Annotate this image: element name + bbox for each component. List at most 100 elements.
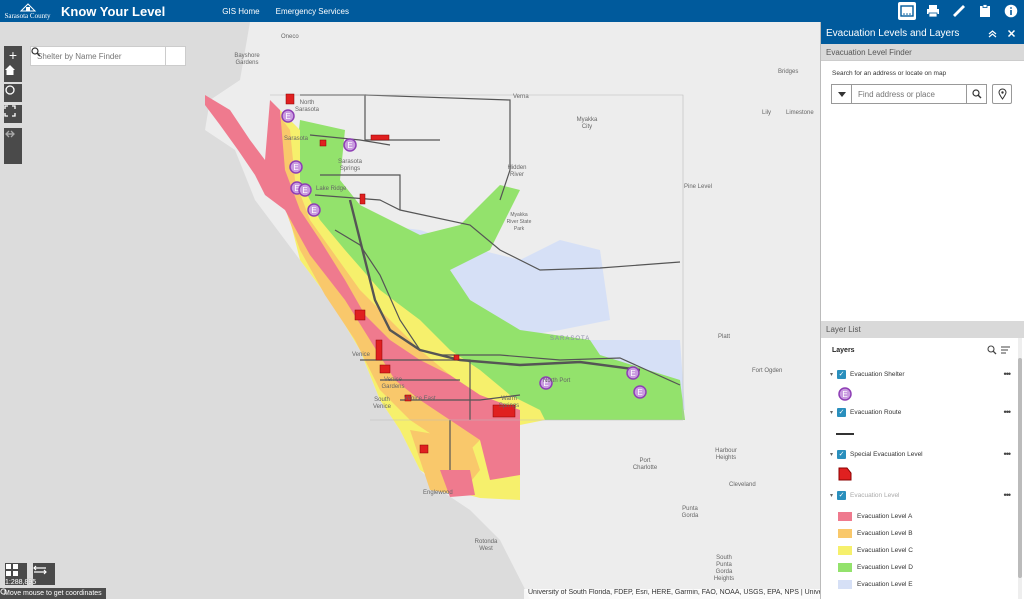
chevron-down-icon[interactable]: ▾ <box>830 371 837 378</box>
svg-text:E: E <box>285 112 290 121</box>
label-sarasota-county: SARASOTA <box>550 336 591 342</box>
legend-label: Evacuation Level C <box>857 547 914 554</box>
swipe-tool-icon[interactable] <box>33 563 55 585</box>
label-north-port: North Port <box>543 378 571 384</box>
next-extent-icon[interactable] <box>4 128 16 140</box>
more-options-icon[interactable]: ••• <box>1004 369 1012 379</box>
label-pine-level: Pine Level <box>684 184 713 190</box>
layer-evacuation-level[interactable]: ▾ ✓ Evacuation Level ••• <box>830 490 1012 500</box>
legend-level-e: Evacuation Level E <box>838 580 913 589</box>
crosshair-icon[interactable] <box>0 588 7 595</box>
layer-checkbox[interactable]: ✓ <box>837 407 846 417</box>
label-sarasota: Sarasota <box>284 136 309 142</box>
legend-level-a: Evacuation Level A <box>838 512 912 521</box>
fullscreen-icon[interactable] <box>4 105 22 123</box>
label-lily: Lily <box>762 110 772 116</box>
legend-swatch <box>838 563 852 572</box>
layer-checkbox[interactable]: ✓ <box>837 369 846 379</box>
label-punta-gorda: Punta Gorda <box>681 506 699 519</box>
layer-label: Evacuation Shelter <box>850 370 905 378</box>
collapse-icon[interactable] <box>988 29 997 38</box>
coordinates-bar: Move mouse to get coordinates <box>0 588 106 599</box>
legend-label: Evacuation Level E <box>857 581 913 588</box>
map-view[interactable]: E E E E E E E E E Oneco Bayshore Gardens… <box>0 22 820 599</box>
layer-checkbox[interactable]: ✓ <box>837 449 846 459</box>
label-venice-gardens: Venice Gardens <box>381 377 405 390</box>
route-legend-line <box>836 433 854 435</box>
chevron-down-icon[interactable]: ▾ <box>830 409 837 416</box>
address-input[interactable] <box>852 85 966 103</box>
label-harbour-heights: Harbour Heights <box>715 448 737 461</box>
home-icon[interactable] <box>4 64 22 82</box>
more-options-icon[interactable]: ••• <box>1004 449 1012 459</box>
label-lake-ridge: Lake Ridge <box>316 186 347 192</box>
layer-label: Evacuation Route <box>850 408 902 416</box>
info-icon[interactable] <box>1002 2 1020 20</box>
label-oneco: Oneco <box>281 34 299 40</box>
map-pin-icon[interactable] <box>992 84 1012 104</box>
measure-icon[interactable] <box>950 2 968 20</box>
layer-list-icon[interactable] <box>898 2 916 20</box>
svg-text:E: E <box>630 369 635 378</box>
label-rotonda: Rotonda West <box>474 539 498 552</box>
label-cleveland: Cleveland <box>729 482 756 488</box>
extent-navigation <box>4 128 22 164</box>
print-icon[interactable] <box>924 2 942 20</box>
clipboard-icon[interactable] <box>976 2 994 20</box>
legend-label: Evacuation Level B <box>857 530 913 537</box>
layer-label: Special Evacuation Level <box>850 450 923 458</box>
shelter-legend-icon: E <box>838 387 852 406</box>
legend-level-d: Evacuation Level D <box>838 563 913 572</box>
shelter-search-input[interactable] <box>31 47 165 65</box>
legend-swatch <box>838 512 852 521</box>
source-dropdown-icon[interactable] <box>832 85 852 103</box>
map-attribution: University of South Florida, FDEP, Esri,… <box>524 589 820 599</box>
layer-search-icon[interactable] <box>987 345 997 355</box>
layer-evacuation-shelter[interactable]: ▾ ✓ Evacuation Shelter ••• <box>830 369 1012 379</box>
layer-options-icon[interactable] <box>1000 345 1011 355</box>
layer-special-evacuation[interactable]: ▾ ✓ Special Evacuation Level ••• <box>830 449 1012 459</box>
shelter-search <box>30 46 186 66</box>
search-icon[interactable] <box>31 47 185 65</box>
label-limestone: Limestone <box>786 110 814 116</box>
svg-text:E: E <box>302 186 307 195</box>
label-bayshore: Bayshore Gardens <box>234 53 260 66</box>
finder-hint: Search for an address or locate on map <box>832 70 947 77</box>
label-south-punta-gorda: South Punta Gorda Heights <box>713 555 735 582</box>
layers-heading: Layers <box>832 347 855 354</box>
label-port-charlotte: Port Charlotte <box>632 458 658 471</box>
label-englewood: Englewood <box>423 490 453 496</box>
legend-label: Evacuation Level A <box>857 513 913 520</box>
zoom-in-button[interactable]: + <box>4 46 22 64</box>
top-bar: Sarasota County Know Your Level GIS Home… <box>0 0 1024 22</box>
panel-header: Evacuation Levels and Layers <box>821 22 1024 44</box>
more-options-icon[interactable]: ••• <box>1004 490 1012 500</box>
legend-level-c: Evacuation Level C <box>838 546 913 555</box>
address-finder <box>831 84 987 104</box>
label-hidden-river: Hidden River <box>507 165 527 178</box>
chevron-down-icon[interactable]: ▾ <box>830 492 837 499</box>
evacuation-panel: Evacuation Levels and Layers Evacuation … <box>820 22 1024 599</box>
layer-list-scrollbar[interactable] <box>1018 338 1022 599</box>
label-north-sarasota: North Sarasota <box>295 100 320 113</box>
app-title: Know Your Level <box>61 3 166 19</box>
chevron-down-icon[interactable]: ▾ <box>830 451 837 458</box>
label-venice: Venice <box>352 352 371 358</box>
label-south-venice: South Venice <box>372 397 391 410</box>
address-search-icon[interactable] <box>966 85 986 103</box>
locate-icon[interactable] <box>4 84 22 102</box>
county-logo: Sarasota County <box>0 0 55 22</box>
svg-text:E: E <box>637 388 642 397</box>
legend-level-b: Evacuation Level B <box>838 529 913 538</box>
more-options-icon[interactable]: ••• <box>1004 407 1012 417</box>
legend-swatch <box>838 546 852 555</box>
layer-evacuation-route[interactable]: ▾ ✓ Evacuation Route ••• <box>830 407 1012 417</box>
label-sarasota-springs: Sarasota Springs <box>337 159 362 172</box>
special-legend-icon <box>838 467 852 486</box>
close-icon[interactable] <box>1007 29 1016 38</box>
gis-home-link[interactable]: GIS Home <box>222 7 259 16</box>
label-warm-springs: Warm Springs <box>498 396 520 409</box>
layer-checkbox[interactable]: ✓ <box>837 490 846 500</box>
coordinates-text: Move mouse to get coordinates <box>4 590 102 597</box>
emergency-services-link[interactable]: Emergency Services <box>276 7 349 16</box>
